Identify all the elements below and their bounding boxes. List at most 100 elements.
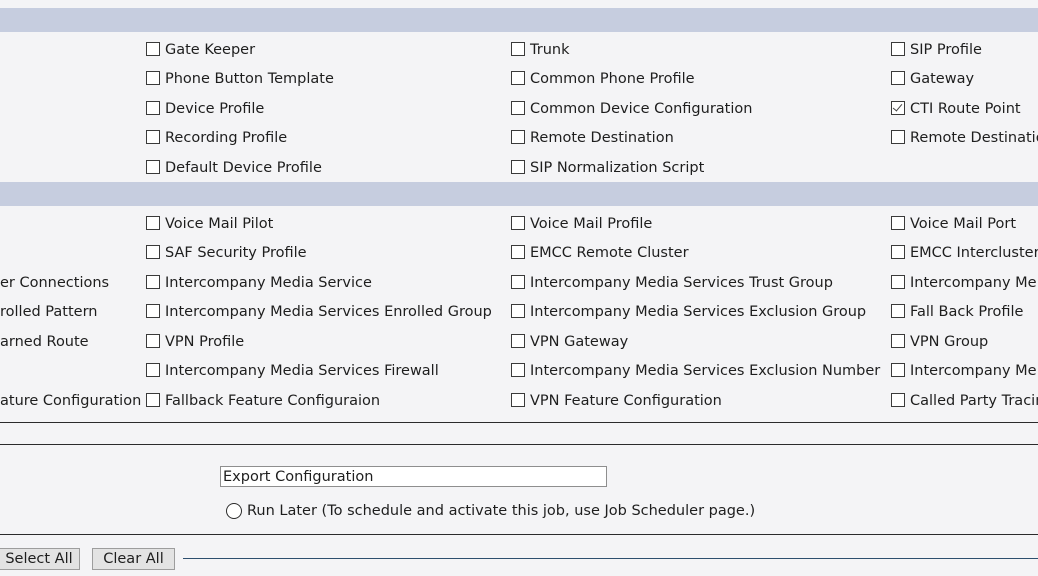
checkbox-item[interactable]: Voice Mail Pilot xyxy=(146,213,273,235)
checkbox-item[interactable]: VPN Gateway xyxy=(511,331,628,353)
checkbox[interactable] xyxy=(146,130,160,144)
checkbox-label: Intercompany Media Services Exclusion Nu… xyxy=(530,363,881,379)
checkbox[interactable] xyxy=(511,101,525,115)
checkbox-item[interactable]: Trunk xyxy=(511,39,569,61)
checkbox[interactable] xyxy=(511,275,525,289)
checkbox[interactable] xyxy=(146,245,160,259)
checkbox[interactable] xyxy=(891,363,905,377)
checkbox-item[interactable]: Voice Mail Port xyxy=(891,213,1016,235)
checkbox[interactable] xyxy=(891,42,905,56)
checkbox[interactable] xyxy=(511,393,525,407)
checkbox-label: Intercompany Media Services Exclusion Gr… xyxy=(530,304,867,320)
checkbox-label: Intercompany Me xyxy=(910,363,1037,379)
checkbox-item[interactable]: Phone Button Template xyxy=(146,68,334,90)
checkbox[interactable] xyxy=(146,304,160,318)
checkbox[interactable] xyxy=(891,304,905,318)
checkbox-item[interactable]: SIP Profile xyxy=(891,39,982,61)
checkbox-item[interactable]: Recording Profile xyxy=(146,127,287,149)
section-divider xyxy=(0,422,1038,423)
checkbox[interactable] xyxy=(146,393,160,407)
checkbox-label: Common Phone Profile xyxy=(530,71,695,87)
checkbox-item[interactable]: Gate Keeper xyxy=(146,39,255,61)
checkbox-item[interactable]: Device Profile xyxy=(146,98,264,120)
checkbox-item[interactable]: Intercompany Media Services Trust Group xyxy=(511,272,833,294)
checkbox[interactable] xyxy=(146,71,160,85)
checkbox[interactable] xyxy=(146,363,160,377)
checkbox-item[interactable]: Intercompany Me xyxy=(891,360,1037,382)
checkbox-label: Called Party Tracin xyxy=(910,393,1038,409)
checkbox-label: VPN Profile xyxy=(165,334,245,350)
checkbox-item[interactable]: VPN Group xyxy=(891,331,988,353)
section-header-band xyxy=(0,8,1038,32)
checkbox-item[interactable]: Fallback Feature Configuraion xyxy=(146,390,380,412)
checkbox-label: EMCC Remote Cluster xyxy=(530,245,689,261)
checkbox[interactable] xyxy=(891,275,905,289)
checkbox-item[interactable]: Intercompany Media Services Exclusion Gr… xyxy=(511,301,866,323)
checkbox-label: CTI Route Point xyxy=(910,101,1021,117)
checkbox-checked[interactable] xyxy=(891,101,905,115)
checkbox[interactable] xyxy=(891,216,905,230)
checkbox-item[interactable]: VPN Feature Configuration xyxy=(511,390,722,412)
checkbox-item[interactable]: VPN Profile xyxy=(146,331,244,353)
checkbox-item[interactable]: SAF Security Profile xyxy=(146,242,307,264)
checkbox[interactable] xyxy=(511,71,525,85)
checkbox[interactable] xyxy=(146,334,160,348)
checkbox[interactable] xyxy=(146,42,160,56)
checkbox-label: SIP Normalization Script xyxy=(530,160,705,176)
section-divider xyxy=(0,444,1038,445)
checkbox-item[interactable]: CTI Route Point xyxy=(891,98,1021,120)
run-later-option[interactable]: Run Later (To schedule and activate this… xyxy=(226,500,755,522)
checkbox[interactable] xyxy=(146,216,160,230)
checkbox-label: Default Device Profile xyxy=(165,160,322,176)
checkbox-label: Remote Destinatio xyxy=(910,130,1038,146)
checkbox[interactable] xyxy=(511,216,525,230)
checkbox-item[interactable]: Intercompany Media Services Firewall xyxy=(146,360,439,382)
checkbox-item[interactable]: EMCC Intercluster xyxy=(891,242,1038,264)
checkbox-item[interactable]: Default Device Profile xyxy=(146,157,322,179)
checkbox[interactable] xyxy=(146,160,160,174)
checkbox-label: Fallback Feature Configuraion xyxy=(165,393,381,409)
checkbox[interactable] xyxy=(891,393,905,407)
job-description-input[interactable] xyxy=(220,466,607,487)
button-row-divider xyxy=(183,558,1038,559)
checkbox-item[interactable]: Common Phone Profile xyxy=(511,68,695,90)
checkbox-label: VPN Gateway xyxy=(530,334,629,350)
checkbox-label: Device Profile xyxy=(165,101,265,117)
checkbox-label: Intercompany Media Services Firewall xyxy=(165,363,439,379)
checkbox[interactable] xyxy=(891,334,905,348)
checkbox-item[interactable]: Fall Back Profile xyxy=(891,301,1023,323)
checkbox[interactable] xyxy=(511,245,525,259)
checkbox-item[interactable]: Intercompany Media Services Exclusion Nu… xyxy=(511,360,880,382)
checkbox[interactable] xyxy=(891,71,905,85)
clear-all-button[interactable]: Clear All xyxy=(92,548,175,570)
checkbox[interactable] xyxy=(511,304,525,318)
checkbox[interactable] xyxy=(146,101,160,115)
checkbox-item[interactable]: Intercompany Me xyxy=(891,272,1037,294)
checkbox[interactable] xyxy=(511,363,525,377)
checkbox-item[interactable]: Remote Destination xyxy=(511,127,674,149)
checkbox-label: Gate Keeper xyxy=(165,42,256,58)
checkbox-item[interactable]: Common Device Configuration xyxy=(511,98,752,120)
checkbox-label: Trunk xyxy=(530,42,570,58)
checkbox[interactable] xyxy=(511,42,525,56)
checkbox-item[interactable]: Intercompany Media Service xyxy=(146,272,372,294)
run-later-label: Run Later (To schedule and activate this… xyxy=(247,503,756,519)
checkbox-item[interactable]: SIP Normalization Script xyxy=(511,157,704,179)
run-later-radio[interactable] xyxy=(226,503,242,519)
section-header-band xyxy=(0,182,1038,206)
checkbox-item[interactable]: EMCC Remote Cluster xyxy=(511,242,689,264)
select-all-button[interactable]: Select All xyxy=(0,548,80,570)
checkbox[interactable] xyxy=(146,275,160,289)
checkbox-item[interactable]: Remote Destinatio xyxy=(891,127,1038,149)
checkbox-item[interactable]: Gateway xyxy=(891,68,974,90)
checkbox-item[interactable]: Called Party Tracin xyxy=(891,390,1038,412)
checkbox-label: Recording Profile xyxy=(165,130,288,146)
checkbox[interactable] xyxy=(511,160,525,174)
checkbox[interactable] xyxy=(511,334,525,348)
checkbox-item[interactable]: Intercompany Media Services Enrolled Gro… xyxy=(146,301,492,323)
checkbox[interactable] xyxy=(891,130,905,144)
checkbox[interactable] xyxy=(891,245,905,259)
checkbox-item[interactable]: Voice Mail Profile xyxy=(511,213,652,235)
checkbox[interactable] xyxy=(511,130,525,144)
checkbox-label: Intercompany Media Services Enrolled Gro… xyxy=(165,304,492,320)
